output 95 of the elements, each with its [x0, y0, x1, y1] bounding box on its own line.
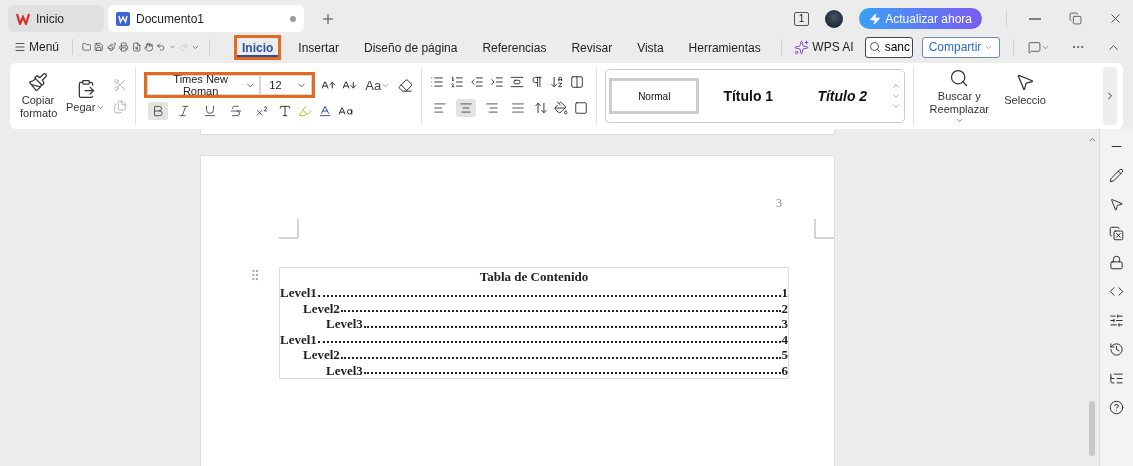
scrollbar-thumb[interactable] — [1089, 401, 1095, 456]
search-icon — [949, 67, 970, 88]
menu-button[interactable]: Menú — [10, 38, 64, 56]
toc-page-number: 5 — [781, 347, 788, 363]
ribbon-tab[interactable]: Revisar — [563, 34, 621, 60]
brush-icon[interactable] — [106, 40, 117, 54]
indent-icon[interactable] — [490, 75, 505, 89]
ribbon-tab[interactable]: Diseño de página — [356, 34, 466, 60]
toc-page-number: 3 — [781, 316, 788, 332]
toc-entry-title[interactable]: Level1 — [280, 331, 317, 347]
sort-icon[interactable] — [550, 75, 565, 89]
text-effect-icon[interactable] — [278, 104, 293, 118]
sparkle-icon — [794, 39, 810, 55]
toc-entry-title[interactable]: Level1 — [280, 285, 317, 301]
upgrade-button[interactable]: Actualizar ahora — [859, 8, 982, 29]
share-button[interactable]: Compartir — [921, 36, 1001, 58]
history-icon[interactable] — [1109, 342, 1124, 357]
find-replace-button[interactable]: Buscar y Reemplazar — [922, 67, 997, 125]
bullet-list-icon[interactable] — [430, 75, 445, 89]
ribbon-tab[interactable]: Insertar — [290, 34, 347, 60]
change-case-button[interactable]: Aa — [363, 77, 393, 93]
style-option[interactable]: Normal — [609, 78, 700, 114]
avatar[interactable] — [825, 9, 844, 28]
ai-button[interactable]: WPS AI — [790, 37, 858, 57]
toc-entry-title[interactable]: Level3 — [326, 362, 363, 378]
minimize-icon — [1029, 17, 1041, 20]
lock-icon[interactable] — [1109, 255, 1124, 270]
copy-x-icon[interactable] — [1109, 226, 1124, 241]
print-icon[interactable] — [119, 40, 129, 54]
page-count[interactable]: 1 — [793, 11, 810, 26]
comment-icon — [1028, 40, 1041, 54]
pilcrow-icon[interactable] — [530, 75, 545, 89]
align-justify-icon — [511, 101, 526, 115]
select-button[interactable]: Seleccio — [1002, 71, 1048, 107]
toc-entry-title[interactable]: Level2 — [303, 347, 340, 363]
toc-entry-title[interactable]: Level2 — [303, 300, 340, 316]
close-icon — [1108, 11, 1123, 26]
margin-corner-mark — [814, 219, 834, 239]
menu-icon — [14, 41, 26, 53]
outdent-icon[interactable] — [470, 75, 485, 89]
ribbon-tab[interactable]: Inicio — [234, 34, 282, 60]
hand-icon[interactable] — [143, 40, 154, 54]
align-left-icon — [433, 101, 448, 115]
align-right-icon — [485, 101, 500, 115]
italic-icon — [177, 104, 192, 118]
strikethrough-icon — [229, 104, 244, 118]
margin-corner-mark — [279, 219, 299, 239]
ribbon-tab[interactable]: Herramientas — [680, 34, 769, 60]
copy-format-button[interactable]: Copiar formato — [18, 72, 58, 120]
paste-button[interactable]: Pegar — [64, 78, 108, 114]
fill-icon[interactable] — [554, 101, 569, 115]
save-icon[interactable] — [94, 40, 104, 54]
align-center-icon — [459, 101, 474, 115]
toc-title: Tabla de Contenido — [478, 268, 590, 285]
align-button[interactable] — [456, 99, 477, 117]
page-number: 3 — [775, 196, 783, 211]
format-button[interactable] — [148, 102, 169, 120]
eraser-icon[interactable] — [398, 77, 414, 93]
ribbon-tab[interactable]: Referencias — [474, 34, 555, 60]
window-tab[interactable]: Inicio — [8, 5, 104, 32]
undo-icon[interactable] — [156, 40, 166, 54]
font-color-icon[interactable] — [318, 104, 333, 118]
numbered-list-icon[interactable] — [450, 75, 465, 89]
toc-entry-title[interactable]: Level3 — [326, 316, 363, 332]
toc-page-number: 6 — [781, 362, 788, 378]
lightning-icon — [869, 12, 882, 25]
scroll-up-icon[interactable] — [1087, 135, 1097, 144]
tree-icon[interactable] — [1109, 371, 1124, 386]
toc-page-number: 2 — [781, 300, 788, 316]
underline-icon — [203, 104, 218, 118]
code-icon[interactable] — [1109, 284, 1124, 299]
sliders-icon[interactable] — [1109, 313, 1124, 328]
toc-page-number: 4 — [781, 331, 788, 347]
minimize-button[interactable] — [1027, 15, 1043, 22]
font-size-select[interactable]: 12 — [260, 75, 313, 95]
line-spacing-icon[interactable] — [534, 101, 549, 115]
w-logo-icon — [16, 12, 30, 25]
document-icon — [116, 11, 130, 26]
print-preview-icon[interactable] — [131, 40, 141, 54]
pen-icon[interactable] — [1109, 168, 1124, 183]
superscript-icon — [255, 104, 270, 118]
window-tab[interactable]: Documento1 — [108, 5, 304, 32]
unsaved-dot — [290, 15, 296, 22]
folder-icon[interactable] — [81, 40, 92, 54]
restore-button[interactable] — [1067, 10, 1084, 27]
ribbon-tab[interactable]: Vista — [629, 34, 672, 60]
bold-icon — [151, 104, 166, 118]
brush-icon — [28, 72, 48, 92]
help-icon[interactable] — [1109, 400, 1124, 415]
toc-page-number: 1 — [781, 285, 788, 301]
font-name-select[interactable]: Times New Roman — [147, 75, 261, 95]
restore-icon — [1069, 12, 1082, 25]
border-icon[interactable] — [574, 101, 589, 115]
search-field[interactable]: sanc — [864, 36, 913, 58]
cursor-icon[interactable] — [1109, 197, 1124, 212]
